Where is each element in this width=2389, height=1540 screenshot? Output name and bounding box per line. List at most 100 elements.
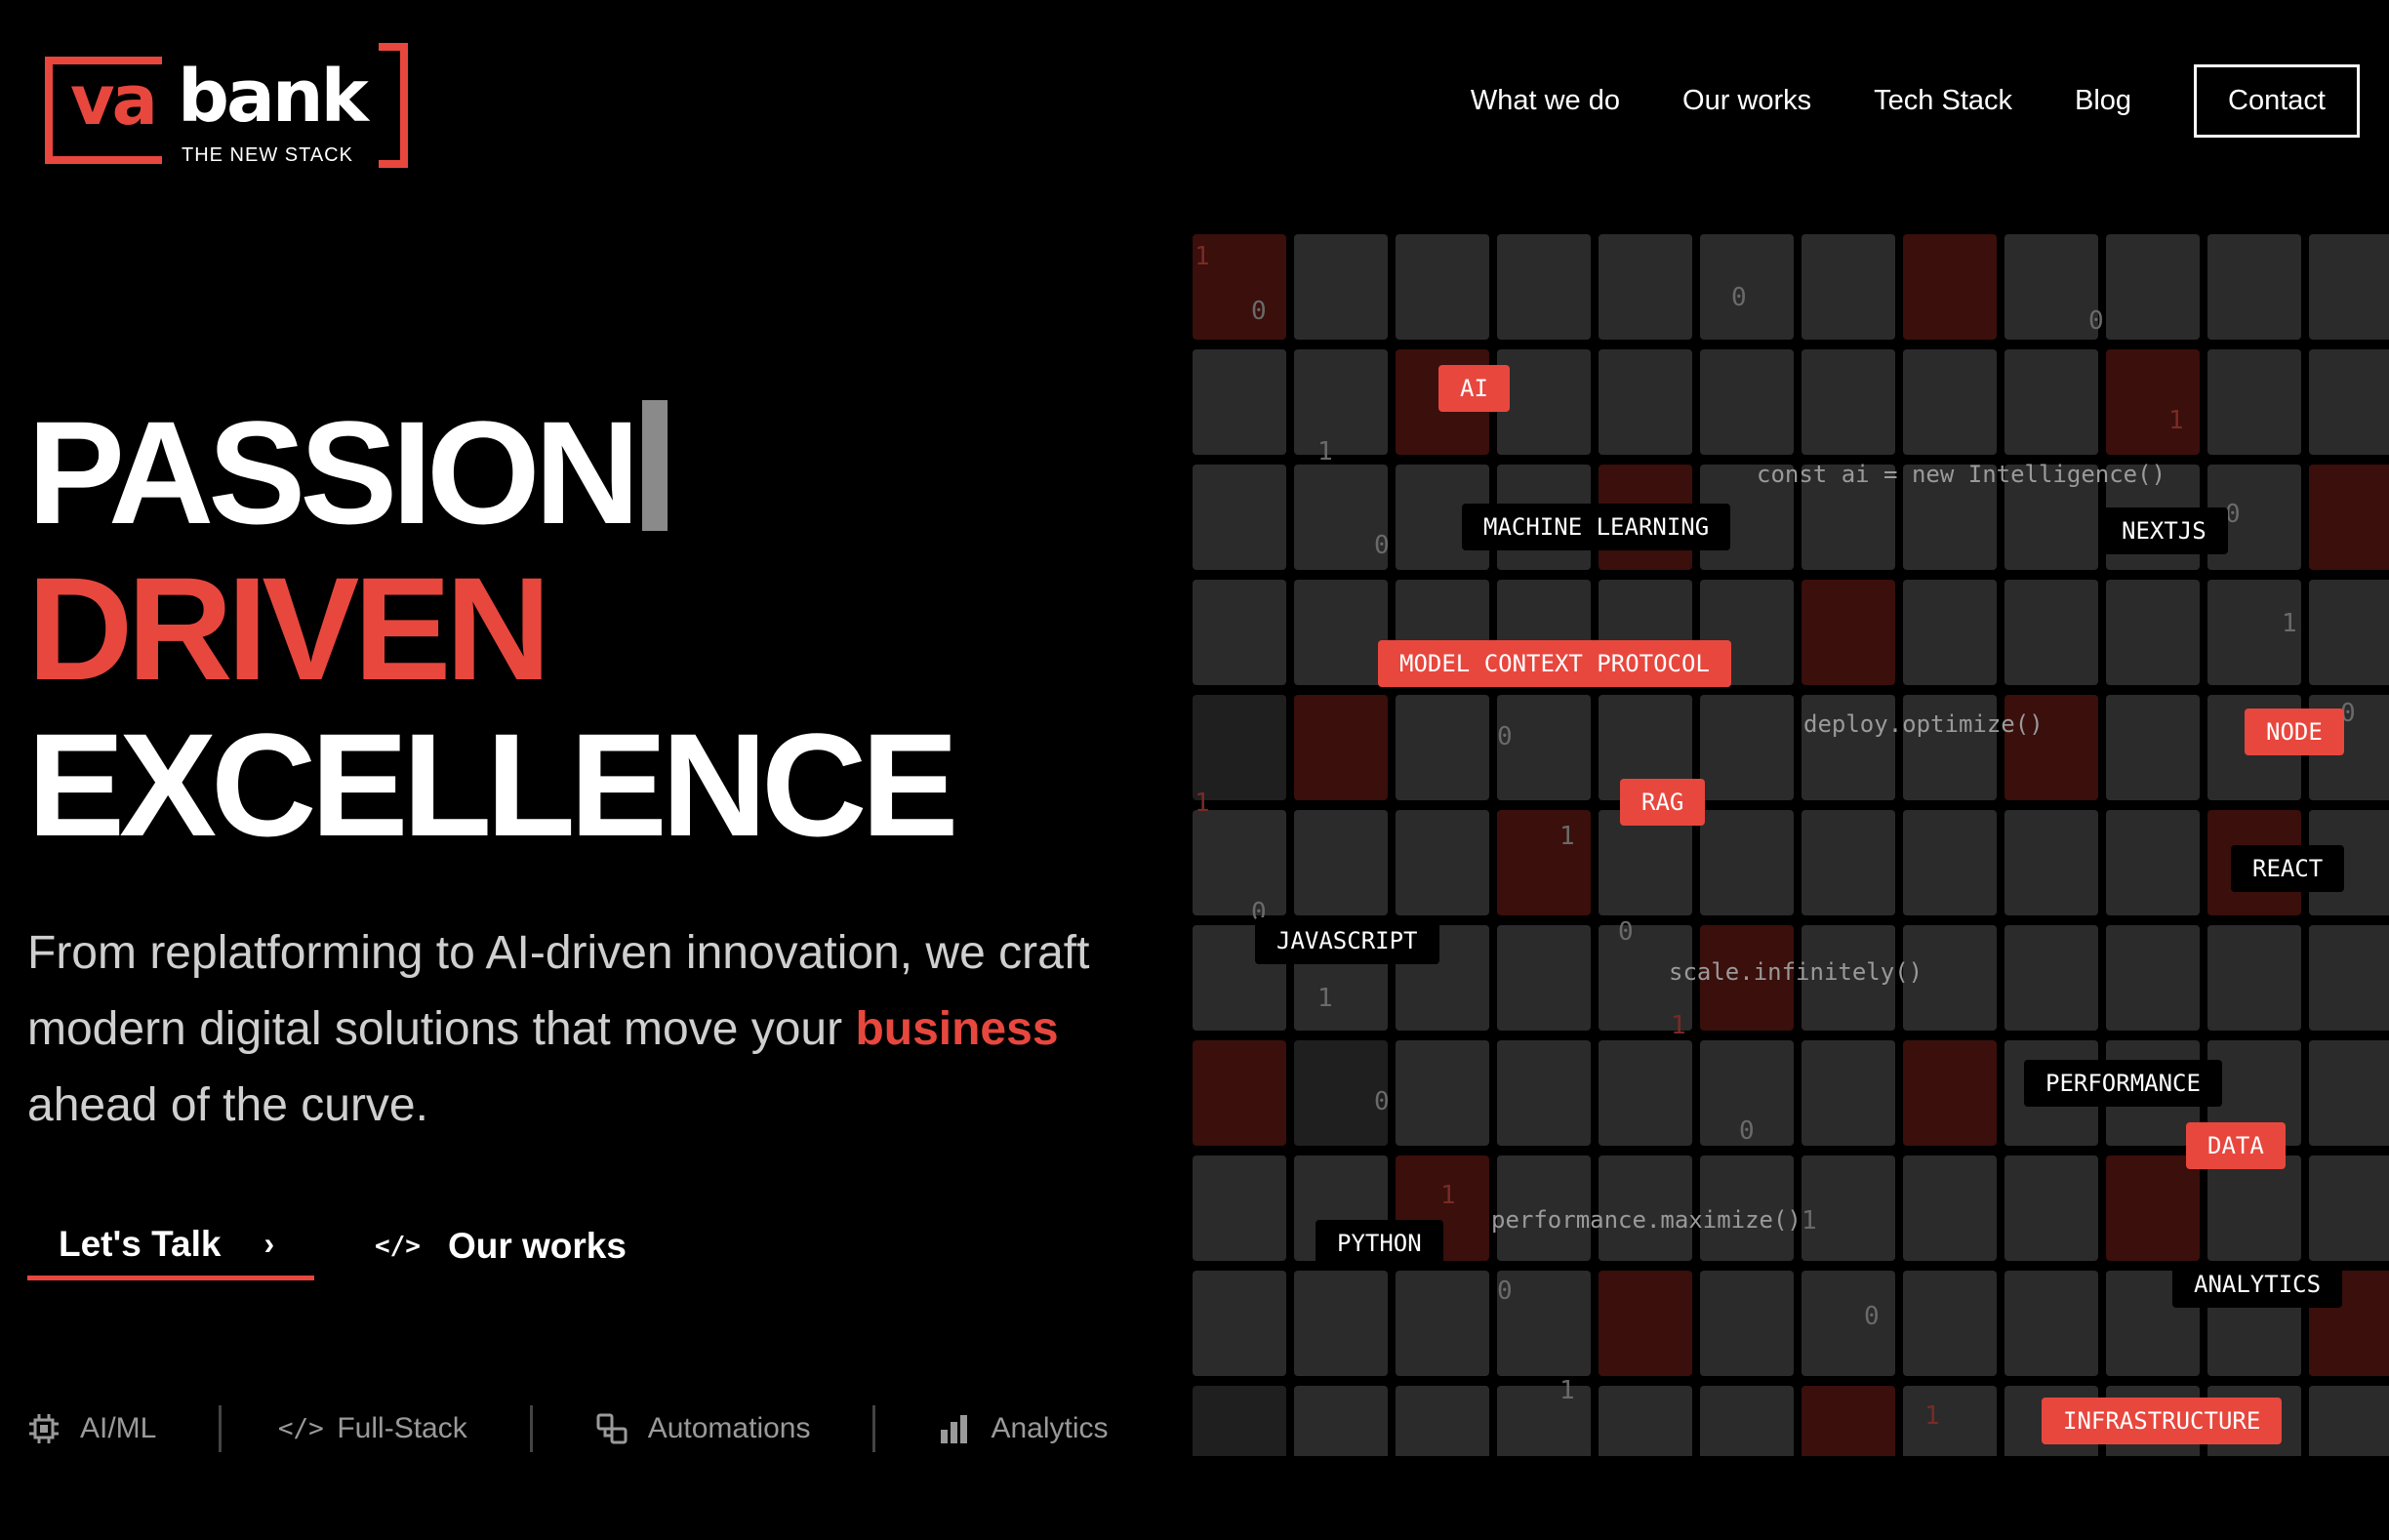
grid-cell [1700, 810, 1794, 915]
binary-digit: 0 [1497, 1277, 1513, 1306]
grid-cell [2207, 349, 2301, 455]
code-icon: </> [277, 1414, 324, 1443]
grid-cell [2004, 925, 2098, 1031]
grid-cell [2309, 1155, 2389, 1261]
lets-talk-button[interactable]: Let's Talk › [27, 1212, 314, 1280]
typing-cursor [642, 400, 668, 531]
grid-cell [1903, 1040, 1997, 1146]
grid-cell [1193, 580, 1286, 685]
grid-cell [1294, 580, 1388, 685]
grid-cell [1700, 695, 1794, 800]
binary-digit: 0 [1739, 1116, 1755, 1146]
grid-cell [1193, 810, 1286, 915]
grid-cell [1396, 1271, 1489, 1376]
grid-cell [2106, 580, 2200, 685]
grid-cell [1294, 810, 1388, 915]
capabilities-bar: AI/ML </> Full-Stack Automations Analyti… [27, 1405, 1109, 1452]
binary-digit: 1 [1671, 1011, 1686, 1040]
tech-grid: 1000110010011001100110011 const ai = new… [1193, 234, 2389, 1456]
grid-cell [1802, 580, 1895, 685]
grid-cell [1700, 1386, 1794, 1456]
grid-cell [2106, 1155, 2200, 1261]
brand-logo[interactable]: va bank THE NEW STACK [45, 43, 408, 170]
binary-digit: 0 [1618, 917, 1634, 947]
binary-digit: 1 [1559, 822, 1575, 851]
capability-full-stack: </> Full-Stack [277, 1412, 467, 1445]
grid-cell [1903, 580, 1997, 685]
grid-cell [2106, 810, 2200, 915]
code-snippet: const ai = new Intelligence() [1757, 461, 2166, 488]
code-icon: </> [375, 1232, 421, 1261]
nav-item-tech-stack[interactable]: Tech Stack [1874, 85, 2012, 117]
grid-cell [1802, 349, 1895, 455]
nav-item-what-we-do[interactable]: What we do [1471, 85, 1620, 117]
grid-cell [2207, 925, 2301, 1031]
binary-digit: 1 [1317, 984, 1333, 1013]
tech-tag: INFRASTRUCTURE [2042, 1398, 2283, 1444]
grid-cell [1497, 1040, 1591, 1146]
hero-headline: PASSION DRIVEN EXCELLENCE [27, 394, 958, 867]
binary-digit: 0 [1864, 1302, 1880, 1331]
grid-cell [1193, 695, 1286, 800]
grid-cell [2004, 1271, 2098, 1376]
grid-cell [2309, 1386, 2389, 1456]
grid-cell [1903, 1386, 1997, 1456]
divider [872, 1405, 876, 1452]
grid-cell [1193, 349, 1286, 455]
grid-cell [1294, 1271, 1388, 1376]
headline-line-3: EXCELLENCE [27, 703, 958, 867]
grid-cell [1497, 810, 1591, 915]
grid-cell [1193, 1386, 1286, 1456]
grid-cell [1599, 349, 1692, 455]
capability-ai-ml: AI/ML [27, 1412, 156, 1445]
logo-bank: bank [178, 55, 369, 139]
tech-tag: PERFORMANCE [2024, 1060, 2222, 1107]
grid-cell [2309, 925, 2389, 1031]
headline-line-2: DRIVEN [27, 547, 551, 710]
lets-talk-label: Let's Talk [59, 1223, 222, 1264]
divider [219, 1405, 223, 1452]
capability-label: Analytics [991, 1412, 1109, 1444]
binary-digit: 0 [1731, 283, 1747, 312]
tech-tag: PYTHON [1316, 1220, 1443, 1267]
grid-cell [2309, 465, 2389, 570]
our-works-button[interactable]: </> Our works [375, 1226, 627, 1267]
tech-tag: MACHINE LEARNING [1462, 504, 1731, 550]
grid-cell [1903, 810, 1997, 915]
tech-tag: REACT [2231, 845, 2345, 892]
grid-cell [1700, 349, 1794, 455]
grid-cell [1193, 1271, 1286, 1376]
binary-digit: 1 [1559, 1376, 1575, 1405]
tech-tag: ANALYTICS [2172, 1261, 2343, 1308]
grid-cell [2004, 1155, 2098, 1261]
binary-digit: 1 [1440, 1181, 1456, 1210]
grid-cell [1396, 1040, 1489, 1146]
grid-cell [1193, 1040, 1286, 1146]
binary-digit: 0 [2088, 306, 2104, 336]
tech-tag: DATA [2186, 1122, 2286, 1169]
binary-digit: 1 [1317, 437, 1333, 466]
tech-tag: NEXTJS [2100, 507, 2228, 554]
grid-cell [1497, 1386, 1591, 1456]
main-nav: What we do Our works Tech Stack Blog Con… [1408, 64, 2360, 138]
headline-line-1: PASSION [27, 394, 952, 550]
nav-item-blog[interactable]: Blog [2075, 85, 2131, 117]
contact-button[interactable]: Contact [2194, 64, 2360, 138]
grid-cell [1497, 925, 1591, 1031]
grid-cell [2106, 695, 2200, 800]
grid-cell [1599, 1271, 1692, 1376]
grid-cell [1396, 234, 1489, 340]
grid-cell [1599, 1040, 1692, 1146]
binary-digit: 0 [1374, 531, 1390, 560]
grid-cell [1599, 810, 1692, 915]
code-snippet: scale.infinitely() [1669, 958, 1923, 986]
hero-subtext: From replatforming to AI-driven innovati… [27, 915, 1140, 1144]
headline-line-1-text: PASSION [27, 390, 640, 554]
grid-cell [1802, 810, 1895, 915]
grid-cell [1903, 1155, 1997, 1261]
nav-item-our-works[interactable]: Our works [1682, 85, 1811, 117]
grid-cell [1396, 810, 1489, 915]
subtext-part-2: ahead of the curve. [27, 1079, 428, 1131]
automation-icon [595, 1412, 628, 1445]
grid-cell [1396, 1386, 1489, 1456]
